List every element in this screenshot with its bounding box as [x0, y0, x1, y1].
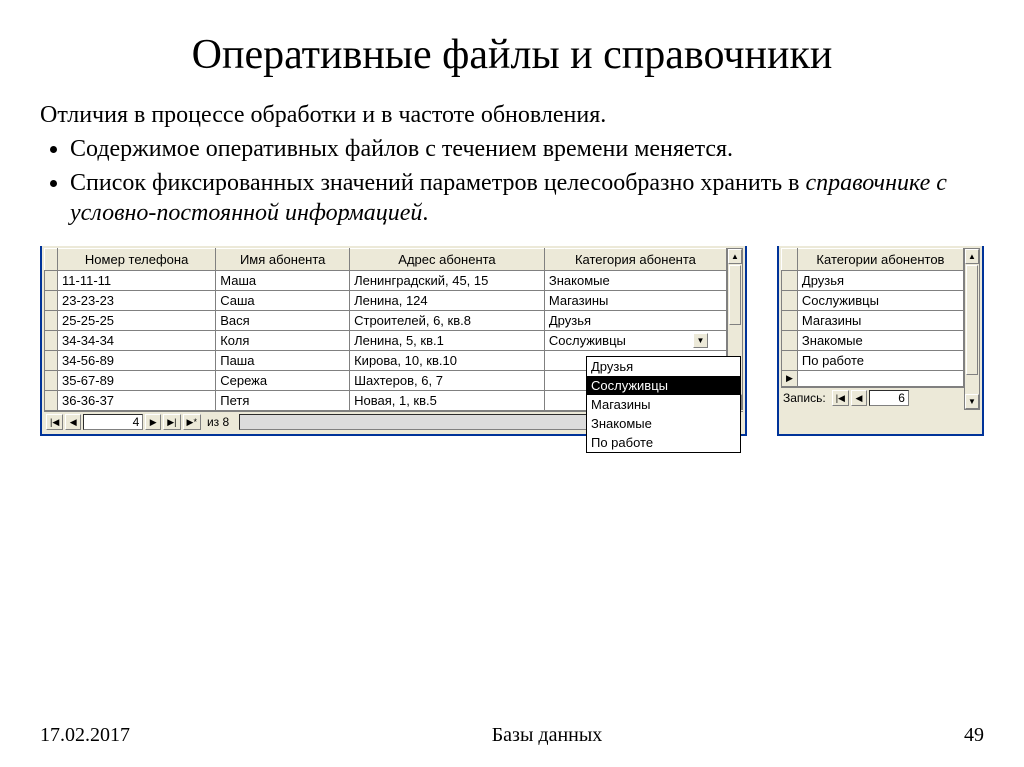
slide-footer: 17.02.2017 Базы данных 49: [40, 724, 984, 747]
page-title: Оперативные файлы и справочники: [40, 30, 984, 80]
cell[interactable]: Новая, 1, кв.5: [350, 391, 545, 411]
cell[interactable]: Ленина, 5, кв.1: [350, 331, 545, 351]
body-text: Отличия в процессе обработки и в частоте…: [40, 100, 984, 228]
table-row[interactable]: Магазины: [781, 311, 963, 331]
cell[interactable]: 35-67-89: [58, 371, 216, 391]
cell[interactable]: 11-11-11: [58, 271, 216, 291]
cell[interactable]: По работе: [797, 351, 963, 371]
record-label: Запись:: [783, 391, 830, 405]
col-phone[interactable]: Номер телефона: [58, 249, 216, 271]
dropdown-option[interactable]: Знакомые: [587, 414, 740, 433]
table-row[interactable]: 23-23-23 Саша Ленина, 124 Магазины: [45, 291, 727, 311]
cell[interactable]: Паша: [216, 351, 350, 371]
footer-page: 49: [964, 724, 984, 747]
cell[interactable]: [797, 371, 963, 387]
col-categories[interactable]: Категории абонентов: [797, 249, 963, 271]
prev-record-button[interactable]: ◀: [65, 414, 81, 430]
prev-record-button[interactable]: ◀: [851, 390, 867, 406]
next-record-button[interactable]: ▶: [145, 414, 161, 430]
cell[interactable]: Коля: [216, 331, 350, 351]
dropdown-option[interactable]: Магазины: [587, 395, 740, 414]
cell[interactable]: Друзья: [797, 271, 963, 291]
category-dropdown-list[interactable]: Друзья Сослуживцы Магазины Знакомые По р…: [586, 356, 741, 453]
row-selector-header: [45, 249, 58, 271]
cell[interactable]: Шахтеров, 6, 7: [350, 371, 545, 391]
scroll-thumb[interactable]: [966, 265, 978, 375]
scroll-thumb[interactable]: [729, 265, 741, 325]
scroll-down-icon[interactable]: ▼: [965, 394, 979, 409]
table-row[interactable]: Сослуживцы: [781, 291, 963, 311]
scroll-up-icon[interactable]: ▲: [965, 249, 979, 264]
last-record-button[interactable]: ▶|: [163, 414, 180, 430]
dropdown-option[interactable]: По работе: [587, 433, 740, 452]
cell[interactable]: Друзья: [544, 311, 726, 331]
cell[interactable]: Петя: [216, 391, 350, 411]
record-navigator: Запись: |◀ ◀: [781, 387, 980, 408]
cell[interactable]: Знакомые: [797, 331, 963, 351]
record-total-label: из 8: [203, 415, 233, 429]
chevron-down-icon[interactable]: ▼: [693, 333, 708, 348]
cell[interactable]: Знакомые: [544, 271, 726, 291]
cell[interactable]: 25-25-25: [58, 311, 216, 331]
category-dropdown-cell[interactable]: Сослуживцы▼: [544, 331, 726, 351]
cell[interactable]: 34-56-89: [58, 351, 216, 371]
scroll-up-icon[interactable]: ▲: [728, 249, 742, 264]
footer-title: Базы данных: [492, 724, 603, 747]
col-category[interactable]: Категория абонента: [544, 249, 726, 271]
table-row-current[interactable]: ▶: [781, 371, 963, 387]
cell[interactable]: Саша: [216, 291, 350, 311]
cell[interactable]: Сослуживцы: [797, 291, 963, 311]
cell[interactable]: 36-36-37: [58, 391, 216, 411]
cell[interactable]: Магазины: [797, 311, 963, 331]
record-position-input[interactable]: [83, 414, 143, 430]
record-position-input[interactable]: [869, 390, 909, 406]
table-row[interactable]: Друзья: [781, 271, 963, 291]
cell[interactable]: 34-34-34: [58, 331, 216, 351]
main-table-window: Номер телефона Имя абонента Адрес абонен…: [40, 246, 747, 436]
table-row[interactable]: 34-34-34 Коля Ленина, 5, кв.1 Сослуживцы…: [45, 331, 727, 351]
bullet-2c: .: [422, 200, 428, 226]
bullet-1: Содержимое оперативных файлов с течением…: [70, 134, 984, 164]
new-record-button[interactable]: ▶*: [183, 414, 201, 430]
cell[interactable]: Строителей, 6, кв.8: [350, 311, 545, 331]
table-row[interactable]: По работе: [781, 351, 963, 371]
row-selector-header: [781, 249, 797, 271]
footer-date: 17.02.2017: [40, 724, 130, 747]
cell[interactable]: Ленина, 124: [350, 291, 545, 311]
dropdown-option-selected[interactable]: Сослуживцы: [587, 376, 740, 395]
bullet-2: Список фиксированных значений параметров…: [70, 168, 984, 228]
cell[interactable]: 23-23-23: [58, 291, 216, 311]
vertical-scrollbar[interactable]: ▲ ▼: [964, 248, 980, 410]
col-address[interactable]: Адрес абонента: [350, 249, 545, 271]
cell[interactable]: Кирова, 10, кв.10: [350, 351, 545, 371]
first-record-button[interactable]: |◀: [832, 390, 849, 406]
categories-table-window: Категории абонентов Друзья Сослуживцы Ма…: [777, 246, 984, 436]
cell[interactable]: Магазины: [544, 291, 726, 311]
cell[interactable]: Вася: [216, 311, 350, 331]
dropdown-option[interactable]: Друзья: [587, 357, 740, 376]
cell[interactable]: Маша: [216, 271, 350, 291]
table-row[interactable]: Знакомые: [781, 331, 963, 351]
table-row[interactable]: 11-11-11 Маша Ленинградский, 45, 15 Знак…: [45, 271, 727, 291]
bullet-2a: Список фиксированных значений параметров…: [70, 170, 805, 196]
col-name[interactable]: Имя абонента: [216, 249, 350, 271]
cell[interactable]: Сережа: [216, 371, 350, 391]
table-row[interactable]: 25-25-25 Вася Строителей, 6, кв.8 Друзья: [45, 311, 727, 331]
intro-text: Отличия в процессе обработки и в частоте…: [40, 100, 984, 130]
first-record-button[interactable]: |◀: [46, 414, 63, 430]
categories-table: Категории абонентов Друзья Сослуживцы Ма…: [781, 248, 964, 387]
cell[interactable]: Ленинградский, 45, 15: [350, 271, 545, 291]
